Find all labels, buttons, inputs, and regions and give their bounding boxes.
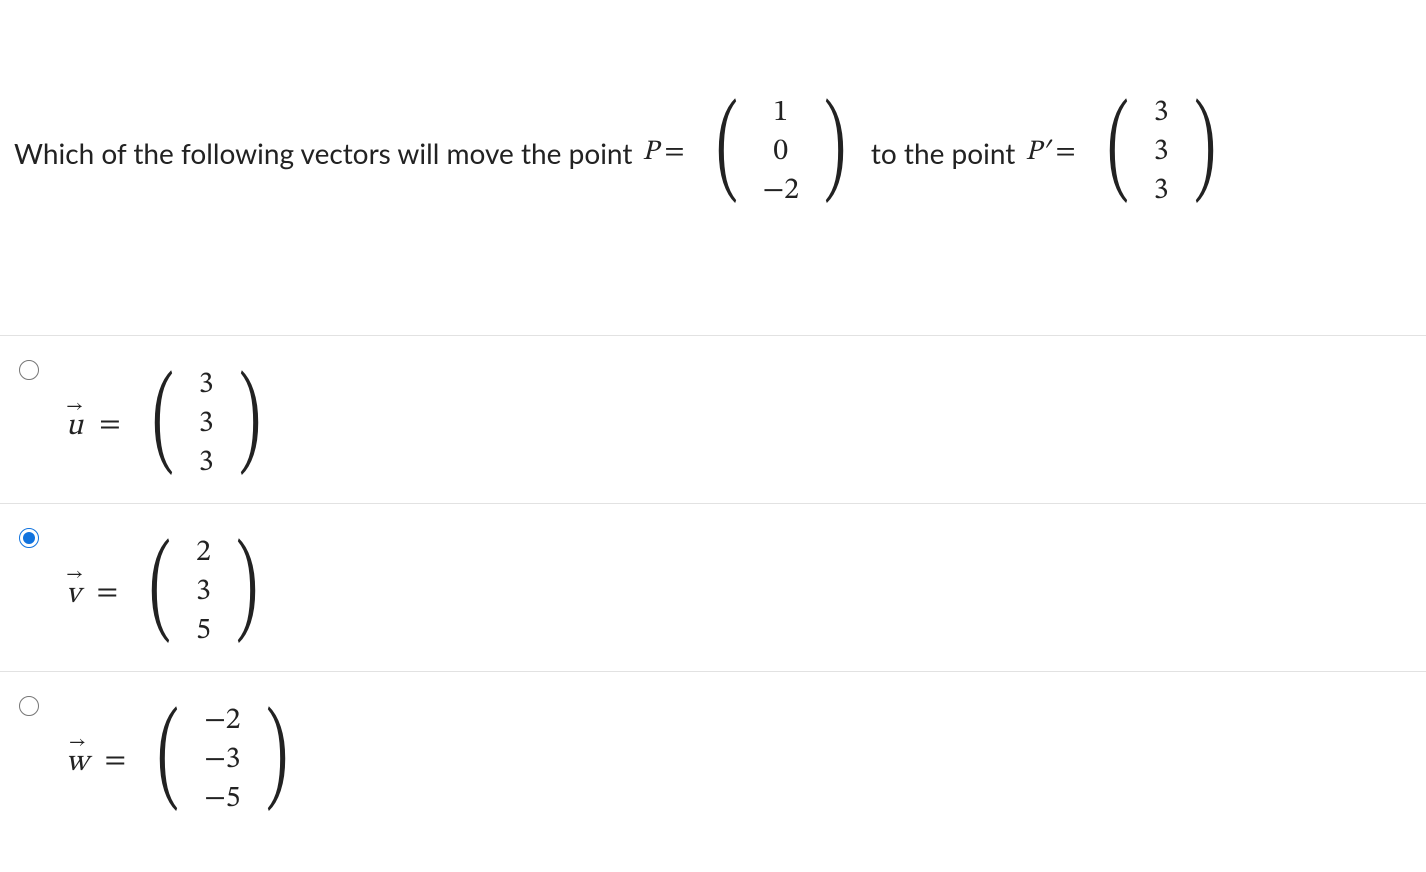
option-v[interactable]: →v = ( 2 3 5 ) <box>0 504 1426 672</box>
Pprime-value-1: 3 <box>1154 133 1169 172</box>
question-text-part2: to the point <box>871 136 1015 170</box>
point-Pprime-vector: ( 3 3 3 ) <box>1098 90 1225 215</box>
w-value-0: −2 <box>204 702 240 741</box>
P-value-1: 0 <box>773 133 788 172</box>
point-P-vector: ( 1 0 −2 ) <box>707 90 855 215</box>
radio-w[interactable] <box>19 696 39 716</box>
Pprime-value-2: 3 <box>1154 172 1169 211</box>
Pprime-value-0: 3 <box>1154 94 1169 133</box>
u-value-1: 3 <box>199 405 214 444</box>
option-u-math: →u = ( 3 3 3 ) <box>66 362 276 487</box>
u-value-2: 3 <box>199 444 214 483</box>
point-P-label: P= <box>642 135 690 170</box>
P-value-2: −2 <box>762 172 798 211</box>
u-value-0: 3 <box>199 366 214 405</box>
options-list: →u = ( 3 3 3 ) →v = ( <box>0 335 1426 839</box>
v-value-1: 3 <box>196 573 211 612</box>
radio-v[interactable] <box>19 528 39 548</box>
v-value-0: 2 <box>196 534 211 573</box>
option-w[interactable]: →w = ( −2 −3 −5 ) <box>0 672 1426 839</box>
P-value-0: 1 <box>773 94 788 133</box>
point-Pprime-label: P′= <box>1025 135 1081 170</box>
question-text-part1: Which of the following vectors will move… <box>14 136 632 170</box>
w-value-2: −5 <box>204 780 240 819</box>
question-stem: Which of the following vectors will move… <box>0 0 1426 215</box>
option-v-math: →v = ( 2 3 5 ) <box>66 530 273 655</box>
w-value-1: −3 <box>204 741 240 780</box>
radio-u[interactable] <box>19 360 39 380</box>
v-value-2: 5 <box>196 612 211 651</box>
option-u[interactable]: →u = ( 3 3 3 ) <box>0 336 1426 504</box>
option-w-math: →w = ( −2 −3 −5 ) <box>66 698 303 823</box>
